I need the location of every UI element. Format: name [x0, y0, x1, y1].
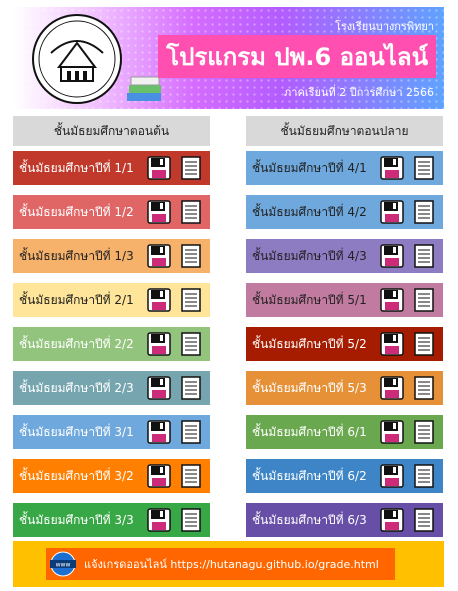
document-icon[interactable]: [178, 507, 204, 533]
document-icon[interactable]: [411, 287, 437, 313]
term-label: ภาคเรียนที่ 2 ปีการศึกษา 2566: [284, 86, 434, 99]
class-row-label: ชั้นมัธยมศึกษาปีที่ 1/2: [19, 204, 134, 219]
svg-text:www: www: [56, 562, 71, 569]
floppy-disk-icon[interactable]: [379, 287, 405, 313]
class-row[interactable]: ชั้นมัธยมศึกษาปีที่ 5/2: [246, 327, 443, 361]
class-row-label: ชั้นมัธยมศึกษาปีที่ 3/1: [19, 424, 134, 439]
class-row-label: ชั้นมัธยมศึกษาปีที่ 5/2: [252, 336, 367, 351]
grade-link[interactable]: www แจ้งเกรดออนไลน์ https://hutanagu.git…: [46, 548, 395, 580]
class-row-label: ชั้นมัธยมศึกษาปีที่ 2/2: [19, 336, 134, 351]
document-icon[interactable]: [411, 155, 437, 181]
class-row[interactable]: ชั้นมัธยมศึกษาปีที่ 6/1: [246, 415, 443, 449]
floppy-disk-icon[interactable]: [146, 419, 172, 445]
school-name: โรงเรียนบางกรพิทยา: [334, 20, 434, 33]
class-row-label: ชั้นมัธยมศึกษาปีที่ 5/1: [252, 292, 367, 307]
class-row[interactable]: ชั้นมัธยมศึกษาปีที่ 5/1: [246, 283, 443, 317]
www-globe-icon: www: [50, 551, 76, 577]
floppy-disk-icon[interactable]: [146, 331, 172, 357]
class-row-label: ชั้นมัธยมศึกษาปีที่ 1/3: [19, 248, 134, 263]
books-icon: [127, 76, 161, 101]
school-logo: [32, 14, 122, 104]
class-row[interactable]: ชั้นมัธยมศึกษาปีที่ 4/1: [246, 151, 443, 185]
document-icon[interactable]: [178, 155, 204, 181]
document-icon[interactable]: [411, 419, 437, 445]
document-icon[interactable]: [411, 375, 437, 401]
class-row[interactable]: ชั้นมัธยมศึกษาปีที่ 2/1: [13, 283, 210, 317]
document-icon[interactable]: [178, 463, 204, 489]
class-row[interactable]: ชั้นมัธยมศึกษาปีที่ 3/3: [13, 503, 210, 537]
document-icon[interactable]: [178, 243, 204, 269]
document-icon[interactable]: [411, 507, 437, 533]
document-icon[interactable]: [411, 463, 437, 489]
class-row-label: ชั้นมัธยมศึกษาปีที่ 4/2: [252, 204, 367, 219]
class-row-label: ชั้นมัธยมศึกษาปีที่ 2/3: [19, 380, 134, 395]
class-row[interactable]: ชั้นมัธยมศึกษาปีที่ 6/3: [246, 503, 443, 537]
footer-banner: www แจ้งเกรดออนไลน์ https://hutanagu.git…: [13, 541, 444, 587]
floppy-disk-icon[interactable]: [379, 155, 405, 181]
class-row-label: ชั้นมัธยมศึกษาปีที่ 6/1: [252, 424, 367, 439]
floppy-disk-icon[interactable]: [379, 199, 405, 225]
header-banner: โรงเรียนบางกรพิทยา โปรแกรม ปพ.6 ออนไลน์ …: [13, 7, 444, 109]
floppy-disk-icon[interactable]: [379, 331, 405, 357]
document-icon[interactable]: [178, 287, 204, 313]
floppy-disk-icon[interactable]: [146, 507, 172, 533]
class-row[interactable]: ชั้นมัธยมศึกษาปีที่ 6/2: [246, 459, 443, 493]
class-row[interactable]: ชั้นมัธยมศึกษาปีที่ 1/2: [13, 195, 210, 229]
program-title: โปรแกรม ปพ.6 ออนไลน์: [158, 35, 436, 78]
document-icon[interactable]: [178, 375, 204, 401]
class-row-label: ชั้นมัธยมศึกษาปีที่ 6/2: [252, 468, 367, 483]
document-icon[interactable]: [178, 199, 204, 225]
left-column-title: ชั้นมัธยมศึกษาตอนต้น: [13, 116, 210, 146]
floppy-disk-icon[interactable]: [146, 287, 172, 313]
right-column-title: ชั้นมัธยมศึกษาตอนปลาย: [246, 116, 443, 146]
document-icon[interactable]: [411, 243, 437, 269]
class-row-label: ชั้นมัธยมศึกษาปีที่ 3/3: [19, 512, 134, 527]
class-row[interactable]: ชั้นมัธยมศึกษาปีที่ 2/3: [13, 371, 210, 405]
document-icon[interactable]: [178, 331, 204, 357]
class-row-label: ชั้นมัธยมศึกษาปีที่ 1/1: [19, 160, 134, 175]
class-row[interactable]: ชั้นมัธยมศึกษาปีที่ 1/1: [13, 151, 210, 185]
class-row[interactable]: ชั้นมัธยมศึกษาปีที่ 3/2: [13, 459, 210, 493]
document-icon[interactable]: [411, 331, 437, 357]
class-row[interactable]: ชั้นมัธยมศึกษาปีที่ 2/2: [13, 327, 210, 361]
class-row-label: ชั้นมัธยมศึกษาปีที่ 2/1: [19, 292, 134, 307]
floppy-disk-icon[interactable]: [146, 243, 172, 269]
class-row[interactable]: ชั้นมัธยมศึกษาปีที่ 5/3: [246, 371, 443, 405]
floppy-disk-icon[interactable]: [379, 463, 405, 489]
floppy-disk-icon[interactable]: [146, 155, 172, 181]
class-row[interactable]: ชั้นมัธยมศึกษาปีที่ 4/3: [246, 239, 443, 273]
class-row-label: ชั้นมัธยมศึกษาปีที่ 3/2: [19, 468, 134, 483]
class-row[interactable]: ชั้นมัธยมศึกษาปีที่ 3/1: [13, 415, 210, 449]
class-row[interactable]: ชั้นมัธยมศึกษาปีที่ 1/3: [13, 239, 210, 273]
document-icon[interactable]: [411, 199, 437, 225]
document-icon[interactable]: [178, 419, 204, 445]
floppy-disk-icon[interactable]: [146, 375, 172, 401]
floppy-disk-icon[interactable]: [379, 419, 405, 445]
floppy-disk-icon[interactable]: [379, 375, 405, 401]
class-row-label: ชั้นมัธยมศึกษาปีที่ 4/3: [252, 248, 367, 263]
class-row-label: ชั้นมัธยมศึกษาปีที่ 6/3: [252, 512, 367, 527]
floppy-disk-icon[interactable]: [379, 243, 405, 269]
grade-link-text: แจ้งเกรดออนไลน์ https://hutanagu.github.…: [84, 558, 379, 571]
floppy-disk-icon[interactable]: [146, 199, 172, 225]
floppy-disk-icon[interactable]: [379, 507, 405, 533]
class-row-label: ชั้นมัธยมศึกษาปีที่ 5/3: [252, 380, 367, 395]
class-row[interactable]: ชั้นมัธยมศึกษาปีที่ 4/2: [246, 195, 443, 229]
class-row-label: ชั้นมัธยมศึกษาปีที่ 4/1: [252, 160, 367, 175]
floppy-disk-icon[interactable]: [146, 463, 172, 489]
